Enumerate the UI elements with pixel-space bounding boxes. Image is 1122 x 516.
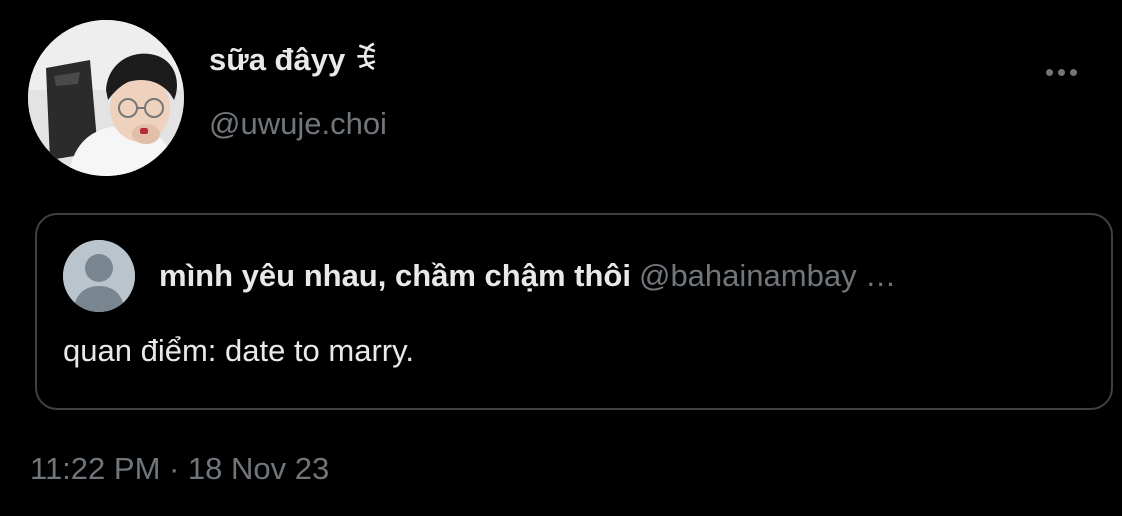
more-options-button[interactable] (1036, 56, 1086, 88)
quoted-author-handle[interactable]: @bahainambay … (639, 258, 896, 293)
author-photo (28, 20, 184, 176)
more-horizontal-icon-dot (1057, 68, 1065, 76)
author-handle[interactable]: @uwuje.choi (209, 106, 387, 142)
quoted-tweet-header: mình yêu nhau, chầm chậm thôi @bahainamba… (159, 258, 1079, 294)
author-display-name[interactable]: sữa đâyy ꉂ (209, 42, 378, 78)
quoted-tweet-text: quan điểm: date to marry. (63, 333, 414, 368)
quoted-author-name[interactable]: mình yêu nhau, chầm chậm thôi (159, 258, 631, 293)
quoted-tweet-card[interactable]: mình yêu nhau, chầm chậm thôi @bahainamba… (35, 213, 1113, 410)
more-horizontal-icon-dot (1069, 68, 1077, 76)
quoted-author-avatar[interactable] (63, 240, 135, 312)
author-avatar[interactable] (28, 20, 184, 176)
default-profile-icon (63, 240, 135, 312)
more-horizontal-icon (1045, 68, 1053, 76)
tweet-timestamp[interactable]: 11:22 PM · 18 Nov 23 (30, 451, 329, 487)
